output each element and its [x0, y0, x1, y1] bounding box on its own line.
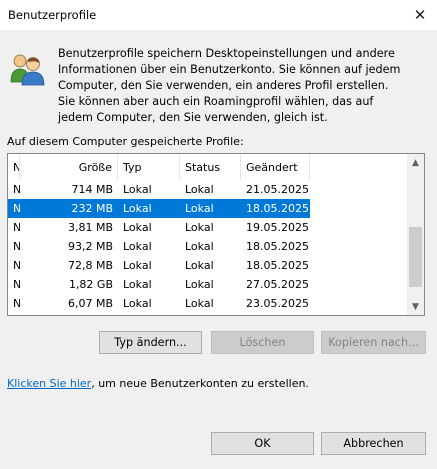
- cell-type: Lokal: [123, 240, 152, 253]
- cell-status: Lokal: [185, 202, 214, 215]
- delete-button[interactable]: Löschen: [211, 331, 314, 354]
- cell-status: Lokal: [185, 183, 214, 196]
- cell-name: N: [8, 237, 20, 256]
- change-type-button[interactable]: Typ ändern...: [99, 331, 202, 354]
- profiles-list[interactable]: N Größe Typ Status Geändert N 714 MB Lok…: [7, 153, 425, 316]
- cell-size: 714 MB: [71, 183, 113, 196]
- close-button[interactable]: ✕: [403, 0, 437, 30]
- cell-type: Lokal: [123, 278, 152, 291]
- cell-changed: 27.05.2025: [246, 278, 309, 291]
- cell-changed: 23.05.2025: [246, 297, 309, 310]
- title-bar: Benutzerprofile ✕: [0, 0, 437, 30]
- footer-text: Klicken Sie hier, um neue Benutzerkonten…: [7, 377, 309, 390]
- table-row[interactable]: N 1,82 GB Lokal Lokal 27.05.2025: [8, 275, 310, 294]
- cell-changed: 19.05.2025: [246, 221, 309, 234]
- scroll-down-button[interactable]: ▼: [407, 298, 424, 315]
- table-row-selected[interactable]: N 232 MB Lokal Lokal 18.05.2025: [8, 199, 310, 218]
- column-header-size[interactable]: Größe: [20, 154, 118, 180]
- cell-name: N: [8, 180, 20, 199]
- cell-type: Lokal: [123, 259, 152, 272]
- create-account-link[interactable]: Klicken Sie hier: [7, 377, 91, 390]
- scroll-thumb[interactable]: [409, 227, 422, 287]
- cell-size: 232 MB: [71, 202, 113, 215]
- profiles-list-label: Auf diesem Computer gespeicherte Profile…: [7, 135, 244, 148]
- column-header-name[interactable]: N: [8, 154, 20, 180]
- window-title: Benutzerprofile: [8, 8, 97, 22]
- close-icon: ✕: [413, 6, 427, 24]
- cell-size: 72,8 MB: [67, 259, 113, 272]
- cell-type: Lokal: [123, 297, 152, 310]
- users-icon: [10, 54, 45, 86]
- cell-name: N: [8, 294, 20, 313]
- column-header-type[interactable]: Typ: [118, 154, 180, 180]
- cell-name: N: [8, 199, 20, 218]
- cell-changed: 18.05.2025: [246, 259, 309, 272]
- column-header-changed[interactable]: Geändert: [241, 154, 310, 180]
- table-row[interactable]: N 72,8 MB Lokal Lokal 18.05.2025: [8, 256, 310, 275]
- cell-name: N: [8, 256, 20, 275]
- intro-text: Benutzerprofile speichern Desktopeinstel…: [58, 47, 401, 124]
- scroll-up-button[interactable]: ▲: [407, 154, 424, 171]
- cell-status: Lokal: [185, 278, 214, 291]
- table-row[interactable]: N 714 MB Lokal Lokal 21.05.2025: [8, 180, 310, 199]
- cell-name: N: [8, 218, 20, 237]
- cell-size: 1,82 GB: [68, 278, 113, 291]
- cell-size: 93,2 MB: [67, 240, 113, 253]
- vertical-scrollbar[interactable]: ▲ ▼: [407, 154, 424, 315]
- copy-to-button[interactable]: Kopieren nach...: [321, 331, 426, 354]
- cell-size: 3,81 MB: [67, 221, 113, 234]
- cancel-button[interactable]: Abbrechen: [321, 432, 426, 455]
- cell-changed: 18.05.2025: [246, 202, 309, 215]
- cell-type: Lokal: [123, 221, 152, 234]
- cell-type: Lokal: [123, 202, 152, 215]
- cell-status: Lokal: [185, 240, 214, 253]
- chevron-down-icon: ▼: [412, 301, 419, 312]
- cell-status: Lokal: [185, 221, 214, 234]
- ok-button[interactable]: OK: [211, 432, 314, 455]
- cell-changed: 18.05.2025: [246, 240, 309, 253]
- cell-status: Lokal: [185, 297, 214, 310]
- table-row[interactable]: N 3,81 MB Lokal Lokal 19.05.2025: [8, 218, 310, 237]
- cell-changed: 21.05.2025: [246, 183, 309, 196]
- footer-suffix: , um neue Benutzerkonten zu erstellen.: [91, 377, 309, 390]
- column-header-status[interactable]: Status: [180, 154, 241, 180]
- cell-status: Lokal: [185, 259, 214, 272]
- table-row[interactable]: N 6,07 MB Lokal Lokal 23.05.2025: [8, 294, 310, 313]
- cell-name: N: [8, 275, 20, 294]
- cell-size: 6,07 MB: [67, 297, 113, 310]
- list-header: N Größe Typ Status Geändert: [8, 154, 408, 180]
- chevron-up-icon: ▲: [412, 157, 419, 168]
- table-row[interactable]: N 93,2 MB Lokal Lokal 18.05.2025: [8, 237, 310, 256]
- cell-type: Lokal: [123, 183, 152, 196]
